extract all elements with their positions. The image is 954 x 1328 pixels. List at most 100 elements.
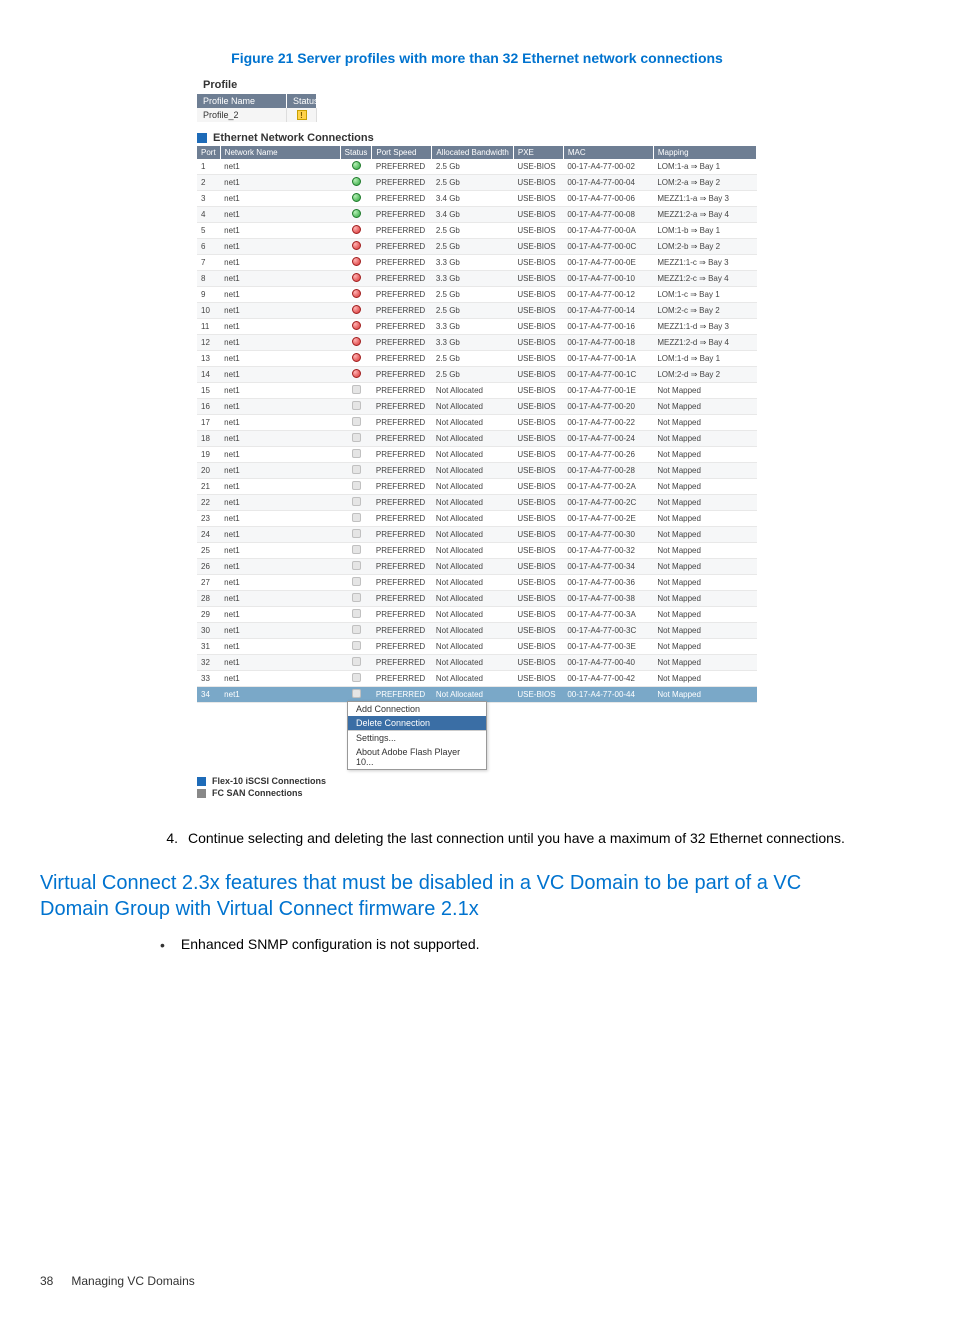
table-row[interactable]: 7net1PREFERRED3.3 GbUSE-BIOS00-17-A4-77-…	[197, 255, 757, 271]
table-row[interactable]: 16net1PREFERREDNot AllocatedUSE-BIOS00-1…	[197, 399, 757, 415]
table-row[interactable]: 13net1PREFERRED2.5 GbUSE-BIOS00-17-A4-77…	[197, 351, 757, 367]
table-row[interactable]: 31net1PREFERREDNot AllocatedUSE-BIOS00-1…	[197, 639, 757, 655]
collapse-icon[interactable]	[197, 133, 207, 143]
cell-status	[340, 367, 372, 383]
menu-settings[interactable]: Settings...	[348, 730, 486, 745]
col-bandwidth[interactable]: Allocated Bandwidth	[432, 146, 514, 159]
cell-speed: PREFERRED	[372, 431, 432, 447]
table-row[interactable]: 33net1PREFERREDNot AllocatedUSE-BIOS00-1…	[197, 671, 757, 687]
cell-mac: 00-17-A4-77-00-36	[563, 575, 653, 591]
table-row[interactable]: 18net1PREFERREDNot AllocatedUSE-BIOS00-1…	[197, 431, 757, 447]
iscsi-section-header[interactable]: Flex-10 iSCSI Connections	[197, 776, 757, 786]
status-icon	[352, 513, 361, 522]
cell-mapping: MEZZ1:2-a ⇒ Bay 4	[653, 207, 756, 223]
cell-port: 16	[197, 399, 220, 415]
cell-mac: 00-17-A4-77-00-18	[563, 335, 653, 351]
cell-network: net1	[220, 335, 340, 351]
cell-mac: 00-17-A4-77-00-04	[563, 175, 653, 191]
bullet-icon: •	[160, 936, 165, 954]
table-row[interactable]: 17net1PREFERREDNot AllocatedUSE-BIOS00-1…	[197, 415, 757, 431]
table-row[interactable]: 12net1PREFERRED3.3 GbUSE-BIOS00-17-A4-77…	[197, 335, 757, 351]
cell-pxe: USE-BIOS	[513, 287, 563, 303]
cell-mapping: LOM:1-c ⇒ Bay 1	[653, 287, 756, 303]
cell-speed: PREFERRED	[372, 303, 432, 319]
cell-bandwidth: Not Allocated	[432, 591, 514, 607]
cell-bandwidth: 2.5 Gb	[432, 175, 514, 191]
cell-bandwidth: Not Allocated	[432, 527, 514, 543]
col-network[interactable]: Network Name	[220, 146, 340, 159]
cell-port: 6	[197, 239, 220, 255]
cell-bandwidth: Not Allocated	[432, 399, 514, 415]
table-row[interactable]: 30net1PREFERREDNot AllocatedUSE-BIOS00-1…	[197, 623, 757, 639]
cell-pxe: USE-BIOS	[513, 383, 563, 399]
col-port[interactable]: Port	[197, 146, 220, 159]
table-row[interactable]: 19net1PREFERREDNot AllocatedUSE-BIOS00-1…	[197, 447, 757, 463]
cell-pxe: USE-BIOS	[513, 319, 563, 335]
table-row[interactable]: 32net1PREFERREDNot AllocatedUSE-BIOS00-1…	[197, 655, 757, 671]
cell-mapping: Not Mapped	[653, 607, 756, 623]
col-pxe[interactable]: PXE	[513, 146, 563, 159]
status-icon	[352, 305, 361, 314]
menu-about-flash[interactable]: About Adobe Flash Player 10...	[348, 745, 486, 769]
table-row[interactable]: 23net1PREFERREDNot AllocatedUSE-BIOS00-1…	[197, 511, 757, 527]
cell-network: net1	[220, 479, 340, 495]
cell-speed: PREFERRED	[372, 671, 432, 687]
table-row[interactable]: 20net1PREFERREDNot AllocatedUSE-BIOS00-1…	[197, 463, 757, 479]
cell-status	[340, 463, 372, 479]
col-mac[interactable]: MAC	[563, 146, 653, 159]
table-row[interactable]: 27net1PREFERREDNot AllocatedUSE-BIOS00-1…	[197, 575, 757, 591]
ethernet-section-header[interactable]: Ethernet Network Connections	[197, 132, 757, 144]
table-row[interactable]: 10net1PREFERRED2.5 GbUSE-BIOS00-17-A4-77…	[197, 303, 757, 319]
col-mapping[interactable]: Mapping	[653, 146, 756, 159]
collapse-icon[interactable]	[197, 789, 206, 798]
table-row[interactable]: 29net1PREFERREDNot AllocatedUSE-BIOS00-1…	[197, 607, 757, 623]
cell-port: 28	[197, 591, 220, 607]
table-row[interactable]: 1net1PREFERRED2.5 GbUSE-BIOS00-17-A4-77-…	[197, 159, 757, 175]
fc-section-header[interactable]: FC SAN Connections	[197, 788, 757, 798]
table-row[interactable]: 21net1PREFERREDNot AllocatedUSE-BIOS00-1…	[197, 479, 757, 495]
cell-network: net1	[220, 399, 340, 415]
cell-bandwidth: 3.4 Gb	[432, 191, 514, 207]
cell-speed: PREFERRED	[372, 463, 432, 479]
cell-mapping: Not Mapped	[653, 543, 756, 559]
cell-status	[340, 351, 372, 367]
table-row[interactable]: 15net1PREFERREDNot AllocatedUSE-BIOS00-1…	[197, 383, 757, 399]
table-row[interactable]: 4net1PREFERRED3.4 GbUSE-BIOS00-17-A4-77-…	[197, 207, 757, 223]
table-row[interactable]: 11net1PREFERRED3.3 GbUSE-BIOS00-17-A4-77…	[197, 319, 757, 335]
table-row[interactable]: 26net1PREFERREDNot AllocatedUSE-BIOS00-1…	[197, 559, 757, 575]
cell-network: net1	[220, 671, 340, 687]
cell-pxe: USE-BIOS	[513, 351, 563, 367]
table-row[interactable]: 28net1PREFERREDNot AllocatedUSE-BIOS00-1…	[197, 591, 757, 607]
table-row[interactable]: 24net1PREFERREDNot AllocatedUSE-BIOS00-1…	[197, 527, 757, 543]
cell-mapping: Not Mapped	[653, 639, 756, 655]
cell-mac: 00-17-A4-77-00-38	[563, 591, 653, 607]
table-row[interactable]: 5net1PREFERRED2.5 GbUSE-BIOS00-17-A4-77-…	[197, 223, 757, 239]
status-icon	[352, 673, 361, 682]
table-row[interactable]: 8net1PREFERRED3.3 GbUSE-BIOS00-17-A4-77-…	[197, 271, 757, 287]
table-row[interactable]: 22net1PREFERREDNot AllocatedUSE-BIOS00-1…	[197, 495, 757, 511]
context-menu: Add Connection Delete Connection Setting…	[347, 701, 487, 770]
chapter-title: Managing VC Domains	[71, 1274, 194, 1288]
menu-delete-connection[interactable]: Delete Connection	[348, 716, 486, 730]
cell-status	[340, 527, 372, 543]
table-row[interactable]: 3net1PREFERRED3.4 GbUSE-BIOS00-17-A4-77-…	[197, 191, 757, 207]
cell-pxe: USE-BIOS	[513, 623, 563, 639]
cell-network: net1	[220, 255, 340, 271]
table-row[interactable]: 25net1PREFERREDNot AllocatedUSE-BIOS00-1…	[197, 543, 757, 559]
table-row[interactable]: 14net1PREFERRED2.5 GbUSE-BIOS00-17-A4-77…	[197, 367, 757, 383]
cell-bandwidth: 3.3 Gb	[432, 271, 514, 287]
status-icon	[352, 465, 361, 474]
collapse-icon[interactable]	[197, 777, 206, 786]
table-row[interactable]: 2net1PREFERRED2.5 GbUSE-BIOS00-17-A4-77-…	[197, 175, 757, 191]
table-row[interactable]: 9net1PREFERRED2.5 GbUSE-BIOS00-17-A4-77-…	[197, 287, 757, 303]
table-row[interactable]: 6net1PREFERRED2.5 GbUSE-BIOS00-17-A4-77-…	[197, 239, 757, 255]
col-speed[interactable]: Port Speed	[372, 146, 432, 159]
status-icon	[352, 689, 361, 698]
cell-port: 5	[197, 223, 220, 239]
cell-mac: 00-17-A4-77-00-44	[563, 687, 653, 703]
menu-add-connection[interactable]: Add Connection	[348, 702, 486, 716]
cell-speed: PREFERRED	[372, 287, 432, 303]
col-status[interactable]: Status	[340, 146, 372, 159]
cell-status	[340, 335, 372, 351]
cell-pxe: USE-BIOS	[513, 447, 563, 463]
